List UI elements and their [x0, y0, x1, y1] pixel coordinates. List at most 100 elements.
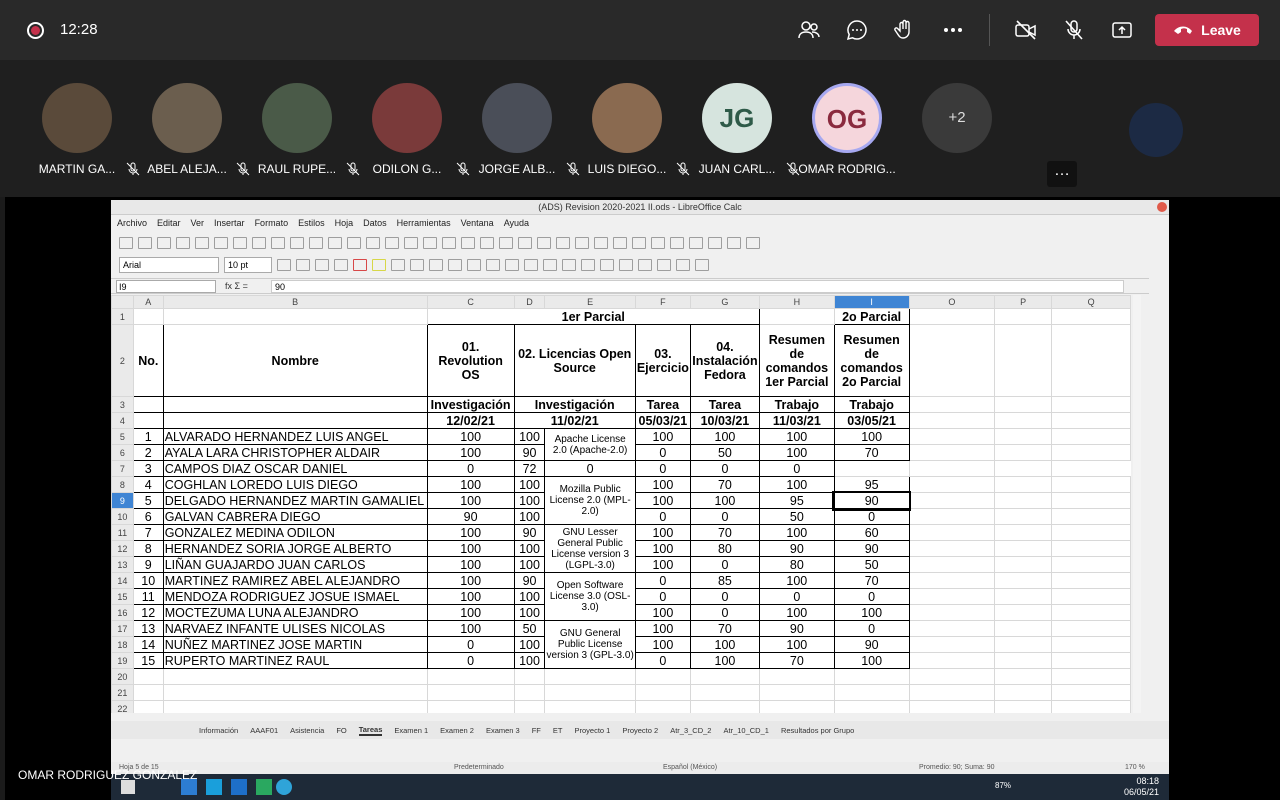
menu-herramientas[interactable]: Herramientas	[397, 216, 451, 230]
font-color-icon[interactable]	[353, 259, 367, 271]
toolbar-icon[interactable]	[619, 259, 633, 271]
edge-icon[interactable]	[276, 779, 292, 795]
toolbar-icon[interactable]	[233, 237, 247, 249]
column-header[interactable]: E	[544, 295, 636, 309]
windows-start-icon[interactable]	[121, 780, 135, 794]
row-header[interactable]: 7	[111, 460, 134, 477]
date-cell[interactable]: 05/03/21	[634, 412, 691, 429]
row-header[interactable]: 3	[111, 396, 134, 413]
cell-name[interactable]: NUÑEZ MARTINEZ JOSE MARTIN	[162, 636, 428, 653]
row-header[interactable]: 18	[111, 636, 134, 653]
cell-ejercicio[interactable]: 100	[634, 524, 691, 541]
row-header[interactable]: 11	[111, 524, 134, 541]
toolbar-icon[interactable]	[195, 237, 209, 249]
cell-no[interactable]: 4	[132, 476, 164, 493]
cell-name[interactable]: MARTINEZ RAMIREZ ABEL ALEJANDRO	[162, 572, 428, 589]
group-header-1er-parcial[interactable]: 1er Parcial	[426, 308, 760, 325]
cell-no[interactable]: 3	[132, 460, 164, 477]
underline-icon[interactable]	[315, 259, 329, 271]
toolbar-icon[interactable]	[410, 259, 424, 271]
toolbar-icon[interactable]	[638, 259, 652, 271]
cell-fedora[interactable]: 80	[689, 540, 760, 557]
cell-ejercicio[interactable]: 100	[634, 556, 691, 573]
row-header[interactable]: 6	[111, 444, 134, 461]
cell-name[interactable]: HERNANDEZ SORIA JORGE ALBERTO	[162, 540, 428, 557]
column-header[interactable]: Q	[1051, 295, 1131, 309]
toolbar-icon[interactable]	[423, 237, 437, 249]
column-header[interactable]: A	[132, 295, 164, 309]
name-box[interactable]: I9	[116, 280, 216, 293]
cell-license-name[interactable]: Mozilla Public License 2.0 (MPL-2.0)	[544, 476, 636, 525]
leave-button[interactable]: Leave	[1155, 14, 1259, 46]
row-header[interactable]: 21	[111, 684, 134, 701]
cell-resumen-1er[interactable]: 50	[758, 508, 835, 525]
taskbar-app-icon[interactable]	[256, 779, 272, 795]
taskbar-app-icon[interactable]	[206, 779, 222, 795]
cell-resumen-1er[interactable]: 100	[758, 636, 835, 653]
taskbar-app-icon[interactable]	[231, 779, 247, 795]
toolbar-icon[interactable]	[442, 237, 456, 249]
tab-et[interactable]: ET	[553, 726, 563, 735]
toolbar-icon[interactable]	[391, 259, 405, 271]
cell-revolution-os[interactable]: 100	[426, 588, 515, 605]
cell-resumen-2o[interactable]: 0	[833, 588, 910, 605]
cell-ejercicio[interactable]: 100	[634, 636, 691, 653]
row-header[interactable]: 17	[111, 620, 134, 637]
cell-resumen-2o[interactable]: 90	[833, 636, 910, 653]
toolbar-icon[interactable]	[138, 237, 152, 249]
cell-revolution-os[interactable]: 0	[426, 652, 515, 669]
toolbar-icon[interactable]	[657, 259, 671, 271]
toolbar-icon[interactable]	[334, 259, 348, 271]
cell-revolution-os[interactable]: 100	[426, 620, 515, 637]
spreadsheet-grid[interactable]: A B C D E F G H I O P Q 1 1er Parcial 2o…	[111, 295, 1131, 713]
row-header[interactable]: 9	[111, 492, 134, 509]
cell-resumen-1er[interactable]: 90	[758, 540, 835, 557]
cell-licencias-score[interactable]: 100	[513, 556, 546, 573]
participant-tile[interactable]: ODILON G...	[352, 80, 470, 180]
cell-fedora[interactable]: 50	[689, 444, 760, 461]
tab-proyecto-1[interactable]: Proyecto 1	[574, 726, 610, 735]
cell-ejercicio[interactable]: 100	[634, 604, 691, 621]
cell-revolution-os[interactable]: 100	[426, 428, 515, 445]
cell-ejercicio[interactable]: 100	[634, 428, 691, 445]
cell-resumen-2o[interactable]: 0	[758, 460, 835, 477]
tab-resultados[interactable]: Resultados por Grupo	[781, 726, 854, 735]
cell-no[interactable]: 1	[132, 428, 164, 445]
active-cell[interactable]: 90	[832, 490, 912, 511]
cell-licencias-score[interactable]: 100	[513, 588, 546, 605]
cell-fedora[interactable]: 100	[689, 492, 760, 509]
cell-no[interactable]: 7	[132, 524, 164, 541]
cell-fedora[interactable]: 0	[689, 508, 760, 525]
taskbar-clock[interactable]: 08:18 06/05/21	[1124, 776, 1159, 798]
menu-archivo[interactable]: Archivo	[117, 216, 147, 230]
column-header[interactable]: G	[689, 295, 760, 309]
row-header[interactable]: 12	[111, 540, 134, 557]
toolbar-icon[interactable]	[708, 237, 722, 249]
cell-licencias-score[interactable]: 90	[513, 444, 546, 461]
cell-name[interactable]: AYALA LARA CHRISTOPHER ALDAIR	[162, 444, 428, 461]
participant-tile[interactable]: OG OMAR RODRIG...	[792, 80, 902, 180]
cell-fedora[interactable]: 100	[689, 636, 760, 653]
toolbar-icon[interactable]	[594, 237, 608, 249]
menu-datos[interactable]: Datos	[363, 216, 387, 230]
cell-fedora[interactable]: 70	[689, 524, 760, 541]
cell-resumen-1er[interactable]: 70	[758, 652, 835, 669]
toolbar-icon[interactable]	[556, 237, 570, 249]
cell-revolution-os[interactable]: 0	[426, 460, 515, 477]
bold-icon[interactable]	[277, 259, 291, 271]
cell-name[interactable]: MENDOZA RODRIGUEZ JOSUE ISMAEL	[162, 588, 428, 605]
header-resumen-1er[interactable]: Resumen de comandos 1er Parcial	[758, 324, 835, 397]
header-no[interactable]: No.	[132, 324, 164, 397]
more-icon[interactable]	[937, 15, 969, 45]
cell-no[interactable]: 10	[132, 572, 164, 589]
more-icon[interactable]: …	[1047, 161, 1077, 187]
type-cell[interactable]: Trabajo	[758, 396, 835, 413]
cell-resumen-2o[interactable]: 90	[833, 540, 910, 557]
cell-resumen-2o[interactable]: 100	[833, 652, 910, 669]
header-nombre[interactable]: Nombre	[162, 324, 428, 397]
cell-revolution-os[interactable]: 100	[426, 572, 515, 589]
cell-revolution-os[interactable]: 100	[426, 492, 515, 509]
cell-resumen-1er[interactable]: 100	[758, 524, 835, 541]
cell-resumen-1er[interactable]: 100	[758, 444, 835, 461]
tab-examen-1[interactable]: Examen 1	[394, 726, 428, 735]
